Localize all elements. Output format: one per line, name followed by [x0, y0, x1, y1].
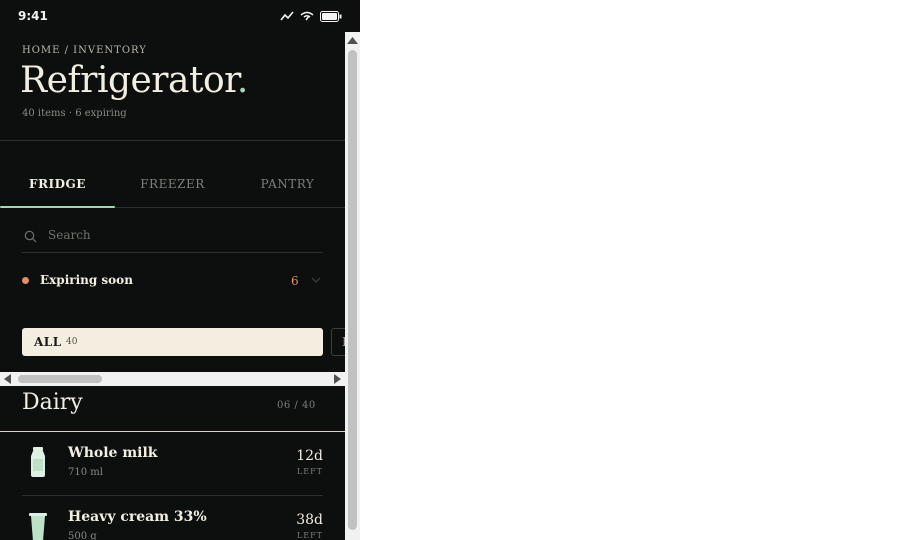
expiring-dot-icon — [22, 277, 29, 284]
filter-chip-all-label: ALL — [34, 335, 62, 349]
cream-cup-icon — [29, 513, 47, 540]
item-left-label: LEFT — [296, 531, 323, 540]
scroll-left-arrow-icon[interactable] — [4, 374, 12, 384]
item-quantity: 710 ml — [68, 467, 103, 478]
battery-icon — [320, 10, 342, 22]
scroll-content[interactable]: HOME / INVENTORY Refrigerator. 40 items … — [0, 32, 345, 540]
inventory-item-heavy-cream[interactable]: Heavy cream 33% 500 g 38d LEFT — [22, 496, 323, 540]
tab-freezer[interactable]: FREEZER — [115, 168, 230, 206]
item-name: Heavy cream 33% — [68, 509, 207, 525]
item-name: Whole milk — [68, 445, 158, 461]
horizontal-scrollbar[interactable] — [0, 372, 345, 386]
search-input[interactable]: Search — [48, 228, 91, 242]
tabs-divider — [115, 207, 345, 208]
filter-chip-dairy[interactable]: D — [331, 328, 345, 356]
expiring-soon-row[interactable]: Expiring soon 6 — [22, 268, 323, 292]
filter-chip-all-count: 40 — [66, 337, 78, 347]
search-icon — [24, 230, 37, 243]
scroll-right-arrow-icon[interactable] — [333, 374, 341, 384]
header-divider — [0, 140, 345, 141]
inventory-item-whole-milk[interactable]: Whole milk 710 ml 12d LEFT — [22, 432, 323, 496]
status-bar: 9:41 — [0, 0, 360, 32]
filter-chip-all[interactable]: ALL 40 — [22, 328, 323, 356]
horizontal-scroll-thumb[interactable] — [18, 375, 102, 383]
vertical-scroll-thumb[interactable] — [348, 50, 357, 530]
page-title-dot: . — [236, 60, 248, 101]
expiring-label: Expiring soon — [40, 273, 133, 287]
section-count: 06 / 40 — [277, 400, 316, 411]
page-title-text: Refrigerator — [20, 60, 237, 101]
section-title: Dairy — [22, 390, 83, 415]
signal-icon — [280, 11, 294, 21]
expiring-count: 6 — [291, 274, 299, 288]
inventory-summary: 40 items · 6 expiring — [22, 108, 127, 119]
location-tabs: FRIDGE FREEZER PANTRY — [0, 168, 345, 208]
milk-bottle-icon — [31, 447, 45, 477]
tab-fridge[interactable]: FRIDGE — [0, 168, 115, 206]
item-quantity: 500 g — [68, 531, 97, 540]
search-field[interactable]: Search — [22, 220, 323, 253]
chevron-down-icon[interactable] — [311, 277, 321, 283]
filter-chips[interactable]: ALL 40 D — [0, 322, 345, 372]
vertical-scrollbar[interactable] — [345, 32, 360, 540]
status-time: 9:41 — [18, 9, 48, 23]
status-icons — [280, 9, 342, 23]
wifi-icon — [300, 11, 314, 21]
phone-screen: 9:41 HOME / INVENTORY Refrigerator. 40 i… — [0, 0, 360, 540]
breadcrumb: HOME / INVENTORY — [22, 45, 147, 56]
item-days-left: 38d — [296, 512, 323, 528]
page-title: Refrigerator. — [20, 60, 248, 101]
active-tab-indicator — [0, 206, 115, 208]
item-days-left: 12d — [296, 448, 323, 464]
tab-pantry[interactable]: PANTRY — [230, 168, 345, 206]
scroll-up-arrow-icon[interactable] — [345, 34, 360, 46]
item-left-label: LEFT — [296, 467, 323, 476]
